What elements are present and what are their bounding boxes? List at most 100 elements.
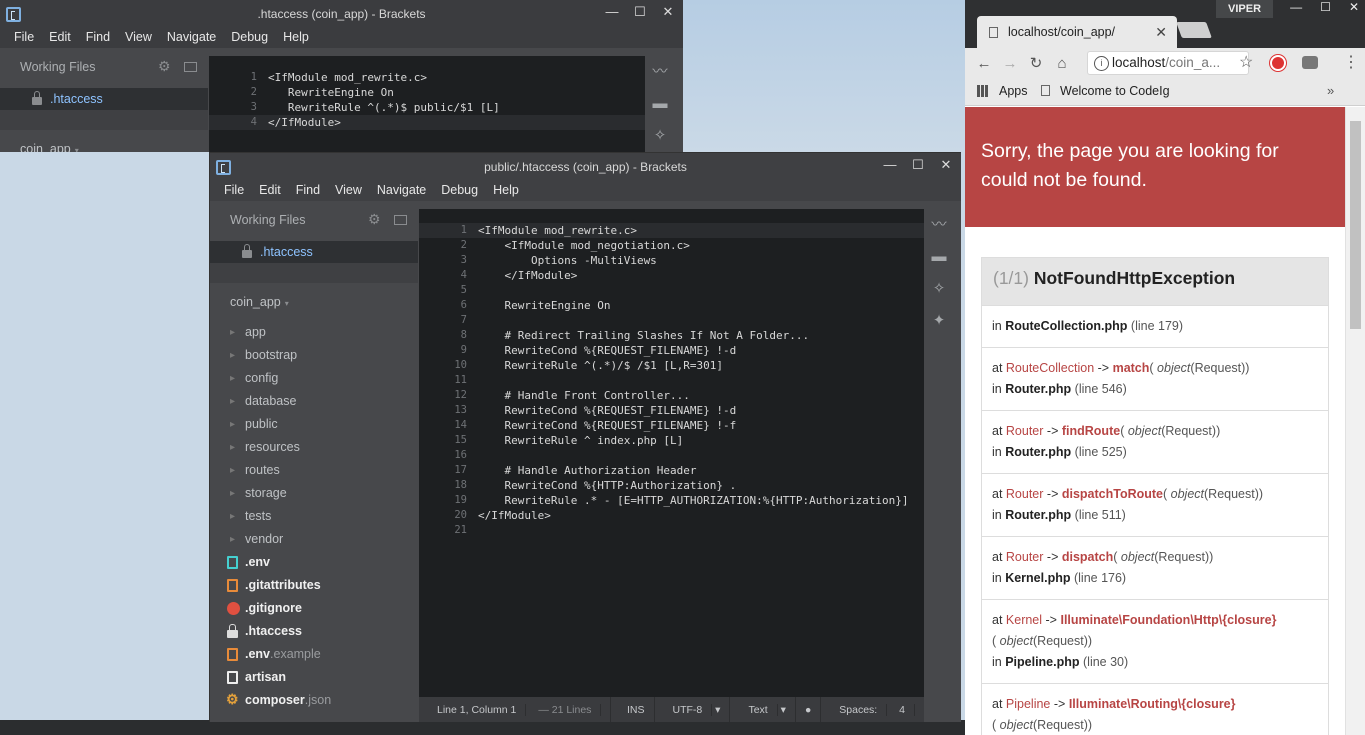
new-tab-button[interactable]: [1176, 22, 1212, 38]
split-view-icon[interactable]: [184, 62, 197, 72]
gear-icon[interactable]: ⚙: [368, 211, 381, 228]
menu-item[interactable]: Find: [79, 28, 118, 48]
frame-function[interactable]: Illuminate\Routing\{closure}: [1069, 697, 1236, 711]
frame-function[interactable]: dispatch: [1062, 550, 1113, 564]
folder-item[interactable]: public: [210, 413, 418, 436]
frame-function[interactable]: match: [1113, 361, 1150, 375]
language-select[interactable]: Text ▾: [730, 697, 796, 722]
beautify-icon[interactable]: ✧: [924, 273, 954, 305]
folder-item[interactable]: tests: [210, 505, 418, 528]
file-item[interactable]: .env.example: [210, 643, 418, 666]
close-icon[interactable]: ✕: [661, 4, 675, 20]
bookmark-item[interactable]: Welcome to CodeIg: [1041, 84, 1170, 98]
frame-file[interactable]: Router.php: [1005, 445, 1071, 459]
frame-file[interactable]: Pipeline.php: [1005, 655, 1079, 669]
frame-function[interactable]: dispatchToRoute: [1062, 487, 1163, 501]
folder-item[interactable]: config: [210, 367, 418, 390]
minimize-icon[interactable]: —: [1290, 0, 1302, 14]
scrollbar[interactable]: [1345, 107, 1365, 735]
close-icon[interactable]: ✕: [939, 157, 953, 173]
frame-file[interactable]: RouteCollection.php: [1005, 319, 1127, 333]
beautify-icon[interactable]: ✧: [645, 120, 675, 152]
menu-item[interactable]: Debug: [434, 181, 486, 201]
code-editor[interactable]: 1 <IfModule mod_rewrite.c> 2 RewriteEngine…: [209, 56, 645, 152]
menu-item[interactable]: Navigate: [370, 181, 434, 201]
project-dropdown[interactable]: coin_app ▾: [210, 283, 418, 321]
menu-item[interactable]: Help: [276, 28, 317, 48]
extension-manager-icon[interactable]: ▬: [645, 88, 675, 120]
working-file-item[interactable]: .htaccess: [0, 88, 208, 110]
browser-tab[interactable]: localhost/coin_app/ ✕: [977, 16, 1177, 48]
extension-icon[interactable]: [1270, 55, 1286, 71]
file-item[interactable]: ⚙ composer.json: [210, 689, 418, 712]
indent-setting[interactable]: Spaces: 4: [821, 697, 924, 722]
menu-item[interactable]: View: [328, 181, 370, 201]
frame-function[interactable]: findRoute: [1062, 424, 1120, 438]
frame-class[interactable]: Pipeline: [1006, 697, 1050, 711]
menu-item[interactable]: File: [217, 181, 252, 201]
working-file-item[interactable]: .htaccess: [210, 241, 418, 263]
home-icon[interactable]: ⌂: [1049, 55, 1075, 72]
lightbulb-icon[interactable]: ✦: [924, 305, 954, 337]
live-preview-icon[interactable]: 〰: [924, 209, 954, 241]
maximize-icon[interactable]: ☐: [1320, 0, 1331, 14]
menu-item[interactable]: Edit: [42, 28, 79, 48]
menu-item[interactable]: Find: [289, 181, 328, 201]
back-icon[interactable]: ←: [971, 55, 997, 72]
code-editor[interactable]: 1 <IfModule mod_rewrite.c> 2 <IfModule mod…: [419, 209, 924, 697]
frame-class[interactable]: Router: [1006, 487, 1044, 501]
file-item[interactable]: .gitattributes: [210, 574, 418, 597]
file-item[interactable]: .htaccess: [210, 620, 418, 643]
frame-file[interactable]: Router.php: [1005, 382, 1071, 396]
file-item[interactable]: .gitignore: [210, 597, 418, 620]
menu-item[interactable]: Debug: [224, 28, 276, 48]
file-item[interactable]: artisan: [210, 666, 418, 689]
camera-extension-icon[interactable]: [1302, 56, 1318, 69]
frame-class[interactable]: Router: [1006, 424, 1044, 438]
minimize-icon[interactable]: —: [605, 4, 619, 20]
profile-badge[interactable]: VIPER: [1216, 0, 1274, 18]
menu-item[interactable]: Help: [486, 181, 527, 201]
frame-class[interactable]: RouteCollection: [1006, 361, 1094, 375]
linter-status-icon[interactable]: ●: [796, 697, 822, 722]
frame-file[interactable]: Router.php: [1005, 508, 1071, 522]
insert-mode[interactable]: INS: [618, 697, 655, 722]
frame-function[interactable]: Illuminate\Foundation\Http\{closure}: [1060, 613, 1276, 627]
folder-item[interactable]: routes: [210, 459, 418, 482]
minimize-icon[interactable]: —: [883, 157, 897, 173]
gear-icon[interactable]: ⚙: [158, 58, 171, 75]
chevron-down-icon: ▾: [74, 146, 79, 152]
scrollbar-thumb[interactable]: [1350, 121, 1361, 329]
project-dropdown[interactable]: coin_app ▾: [0, 130, 208, 152]
arg-class: (Request): [1033, 718, 1088, 732]
folder-item[interactable]: bootstrap: [210, 344, 418, 367]
split-view-icon[interactable]: [394, 215, 407, 225]
close-tab-icon[interactable]: ✕: [1155, 24, 1167, 41]
folder-item[interactable]: vendor: [210, 528, 418, 551]
menu-item[interactable]: View: [118, 28, 160, 48]
frame-class[interactable]: Router: [1006, 550, 1044, 564]
bookmark-star-icon[interactable]: ☆: [1239, 52, 1253, 72]
extension-manager-icon[interactable]: ▬: [924, 241, 954, 273]
address-bar[interactable]: localhost/coin_a...: [1087, 51, 1249, 75]
frame-class[interactable]: Kernel: [1006, 613, 1042, 627]
folder-item[interactable]: app: [210, 321, 418, 344]
maximize-icon[interactable]: ☐: [633, 4, 647, 20]
folder-item[interactable]: storage: [210, 482, 418, 505]
folder-item[interactable]: database: [210, 390, 418, 413]
menu-item[interactable]: File: [7, 28, 42, 48]
menu-item[interactable]: Edit: [252, 181, 289, 201]
frame-file[interactable]: Kernel.php: [1005, 571, 1070, 585]
apps-shortcut[interactable]: Apps: [977, 84, 1028, 98]
maximize-icon[interactable]: ☐: [911, 157, 925, 173]
folder-item[interactable]: resources: [210, 436, 418, 459]
close-icon[interactable]: ✕: [1349, 0, 1359, 14]
encoding-select[interactable]: UTF-8 ▾: [655, 697, 731, 722]
menu-item[interactable]: Navigate: [160, 28, 224, 48]
menu-icon[interactable]: ⋮: [1343, 52, 1359, 72]
more-bookmarks-icon[interactable]: »: [1327, 83, 1334, 98]
live-preview-icon[interactable]: 〰: [645, 56, 675, 88]
forward-icon[interactable]: →: [997, 55, 1023, 72]
reload-icon[interactable]: ↻: [1023, 54, 1049, 72]
file-item[interactable]: .env: [210, 551, 418, 574]
